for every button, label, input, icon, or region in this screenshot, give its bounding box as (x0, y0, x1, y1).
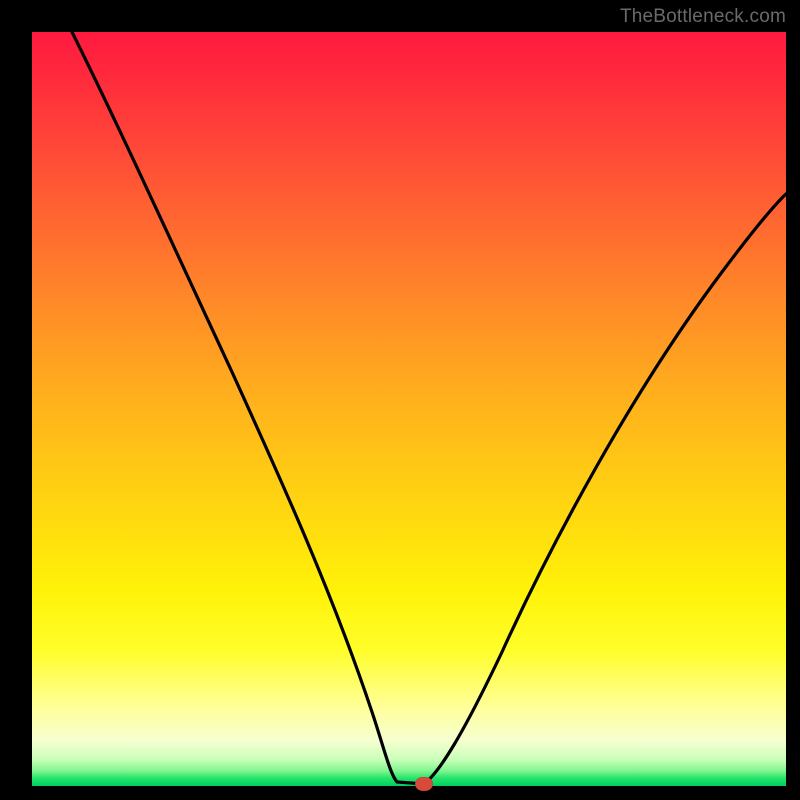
chart-frame: TheBottleneck.com (0, 0, 800, 800)
bottleneck-curve (32, 32, 786, 786)
plot-area (32, 32, 786, 786)
optimal-point-marker (415, 777, 433, 791)
watermark-text: TheBottleneck.com (620, 6, 786, 28)
curve-path (72, 32, 786, 784)
